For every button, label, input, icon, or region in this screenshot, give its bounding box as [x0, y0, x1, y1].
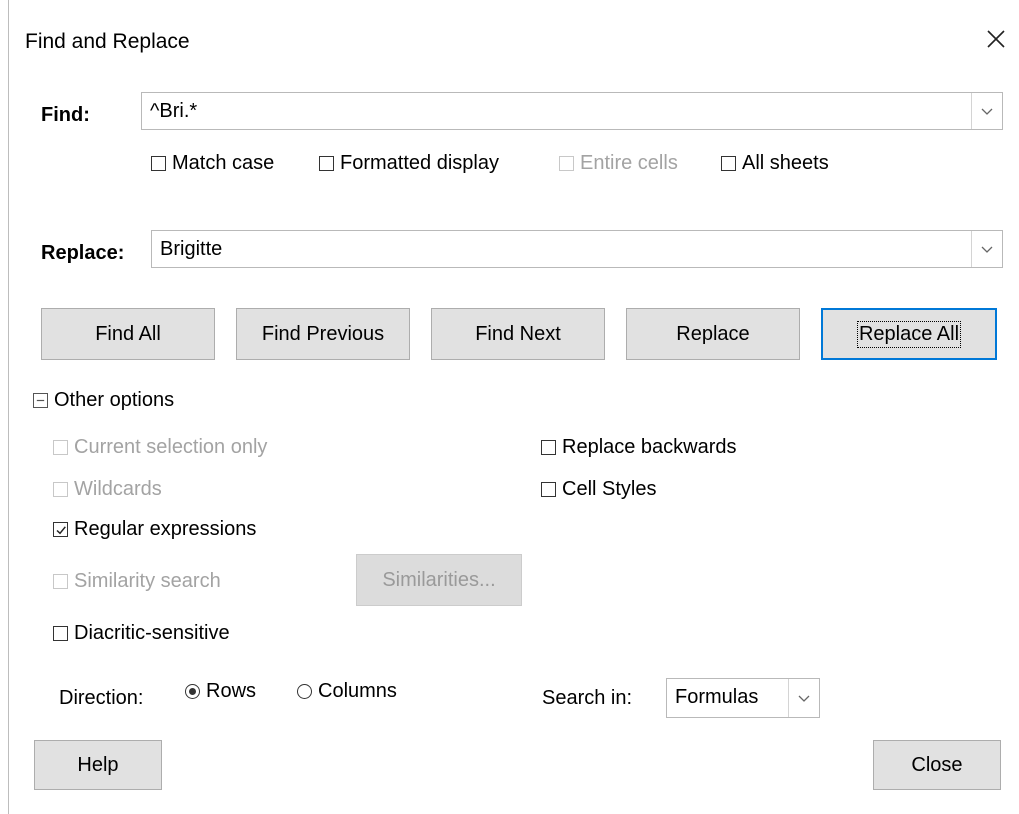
checkmark-icon — [53, 522, 68, 537]
find-all-button[interactable]: Find All — [41, 308, 215, 360]
find-label: Find: — [41, 104, 90, 127]
find-dropdown-button[interactable] — [971, 93, 1002, 129]
match-case-checkbox[interactable]: Match case — [151, 152, 274, 175]
replace-all-button[interactable]: Replace All — [821, 308, 997, 360]
chevron-down-icon — [798, 695, 810, 702]
find-next-label: Find Next — [475, 322, 561, 345]
window-title: Find and Replace — [25, 30, 190, 53]
checkbox-icon — [53, 440, 68, 455]
other-options-expander[interactable]: Other options — [33, 389, 174, 412]
wildcards-checkbox[interactable]: Wildcards — [53, 478, 162, 501]
close-button[interactable]: Close — [873, 740, 1001, 790]
diacritic-sensitive-label: Diacritic-sensitive — [74, 622, 230, 644]
entire-cells-checkbox[interactable]: Entire cells — [559, 152, 678, 175]
close-window-icon[interactable] — [979, 22, 1013, 56]
current-selection-only-label: Current selection only — [74, 436, 268, 458]
all-sheets-checkbox[interactable]: All sheets — [721, 152, 829, 175]
regular-expressions-checkbox[interactable]: Regular expressions — [53, 518, 256, 541]
replace-label-btn: Replace — [676, 322, 750, 345]
similarities-button[interactable]: Similarities... — [356, 554, 522, 606]
find-next-button[interactable]: Find Next — [431, 308, 605, 360]
search-in-select[interactable]: Formulas — [666, 678, 820, 718]
replace-combobox[interactable]: Brigitte — [151, 230, 1003, 268]
regular-expressions-label: Regular expressions — [74, 518, 257, 540]
replace-dropdown-button[interactable] — [971, 231, 1002, 267]
rows-label: Rows — [206, 680, 257, 702]
chevron-down-icon — [981, 108, 993, 115]
close-label: Close — [911, 753, 963, 776]
find-combobox[interactable]: ^Bri.* — [141, 92, 1003, 130]
cell-styles-label: Cell Styles — [562, 478, 657, 500]
columns-label: Columns — [318, 680, 397, 702]
diacritic-sensitive-checkbox[interactable]: Diacritic-sensitive — [53, 622, 230, 645]
replace-button[interactable]: Replace — [626, 308, 800, 360]
search-in-value: Formulas — [675, 686, 759, 708]
checkbox-icon — [559, 156, 574, 171]
radio-icon — [297, 684, 312, 699]
title-bar: Find and Replace — [9, 0, 1019, 88]
find-previous-label: Find Previous — [261, 322, 385, 345]
checkbox-icon — [721, 156, 736, 171]
find-input[interactable]: ^Bri.* — [150, 100, 197, 123]
cell-styles-checkbox[interactable]: Cell Styles — [541, 478, 656, 501]
find-previous-button[interactable]: Find Previous — [236, 308, 410, 360]
similarity-search-checkbox[interactable]: Similarity search — [53, 570, 221, 593]
replace-input[interactable]: Brigitte — [160, 238, 222, 261]
entire-cells-label: Entire cells — [580, 152, 678, 174]
find-replace-dialog: Find and Replace Find: ^Bri.* Match case… — [8, 0, 1019, 814]
help-label: Help — [77, 753, 119, 776]
find-all-label: Find All — [95, 322, 161, 345]
checkbox-icon — [541, 482, 556, 497]
search-in-dropdown-button[interactable] — [788, 679, 819, 717]
help-button[interactable]: Help — [34, 740, 162, 790]
replace-all-label: Replace All — [856, 320, 962, 348]
radio-selected-icon — [185, 684, 200, 699]
chevron-down-icon — [981, 246, 993, 253]
current-selection-only-checkbox[interactable]: Current selection only — [53, 436, 267, 459]
formatted-display-label: Formatted display — [340, 152, 499, 174]
similarity-search-label: Similarity search — [74, 570, 221, 592]
collapse-icon — [33, 393, 48, 408]
checkbox-icon — [541, 440, 556, 455]
wildcards-label: Wildcards — [74, 478, 162, 500]
columns-radio[interactable]: Columns — [297, 680, 397, 703]
formatted-display-checkbox[interactable]: Formatted display — [319, 152, 499, 175]
rows-radio[interactable]: Rows — [185, 680, 256, 703]
checkbox-icon — [53, 574, 68, 589]
checkbox-icon — [151, 156, 166, 171]
replace-backwards-checkbox[interactable]: Replace backwards — [541, 436, 737, 459]
match-case-label: Match case — [172, 152, 275, 174]
checkbox-icon — [53, 482, 68, 497]
replace-backwards-label: Replace backwards — [562, 436, 737, 458]
other-options-label: Other options — [54, 389, 175, 411]
replace-label: Replace: — [41, 242, 124, 265]
similarities-label: Similarities... — [382, 568, 496, 591]
search-in-label: Search in: — [542, 687, 633, 709]
checkbox-icon — [319, 156, 334, 171]
replace-label-text: Replace: — [41, 242, 125, 264]
direction-label: Direction: — [59, 687, 144, 709]
checkbox-icon — [53, 626, 68, 641]
find-label-text: Find: — [41, 104, 90, 126]
all-sheets-label: All sheets — [742, 152, 829, 174]
